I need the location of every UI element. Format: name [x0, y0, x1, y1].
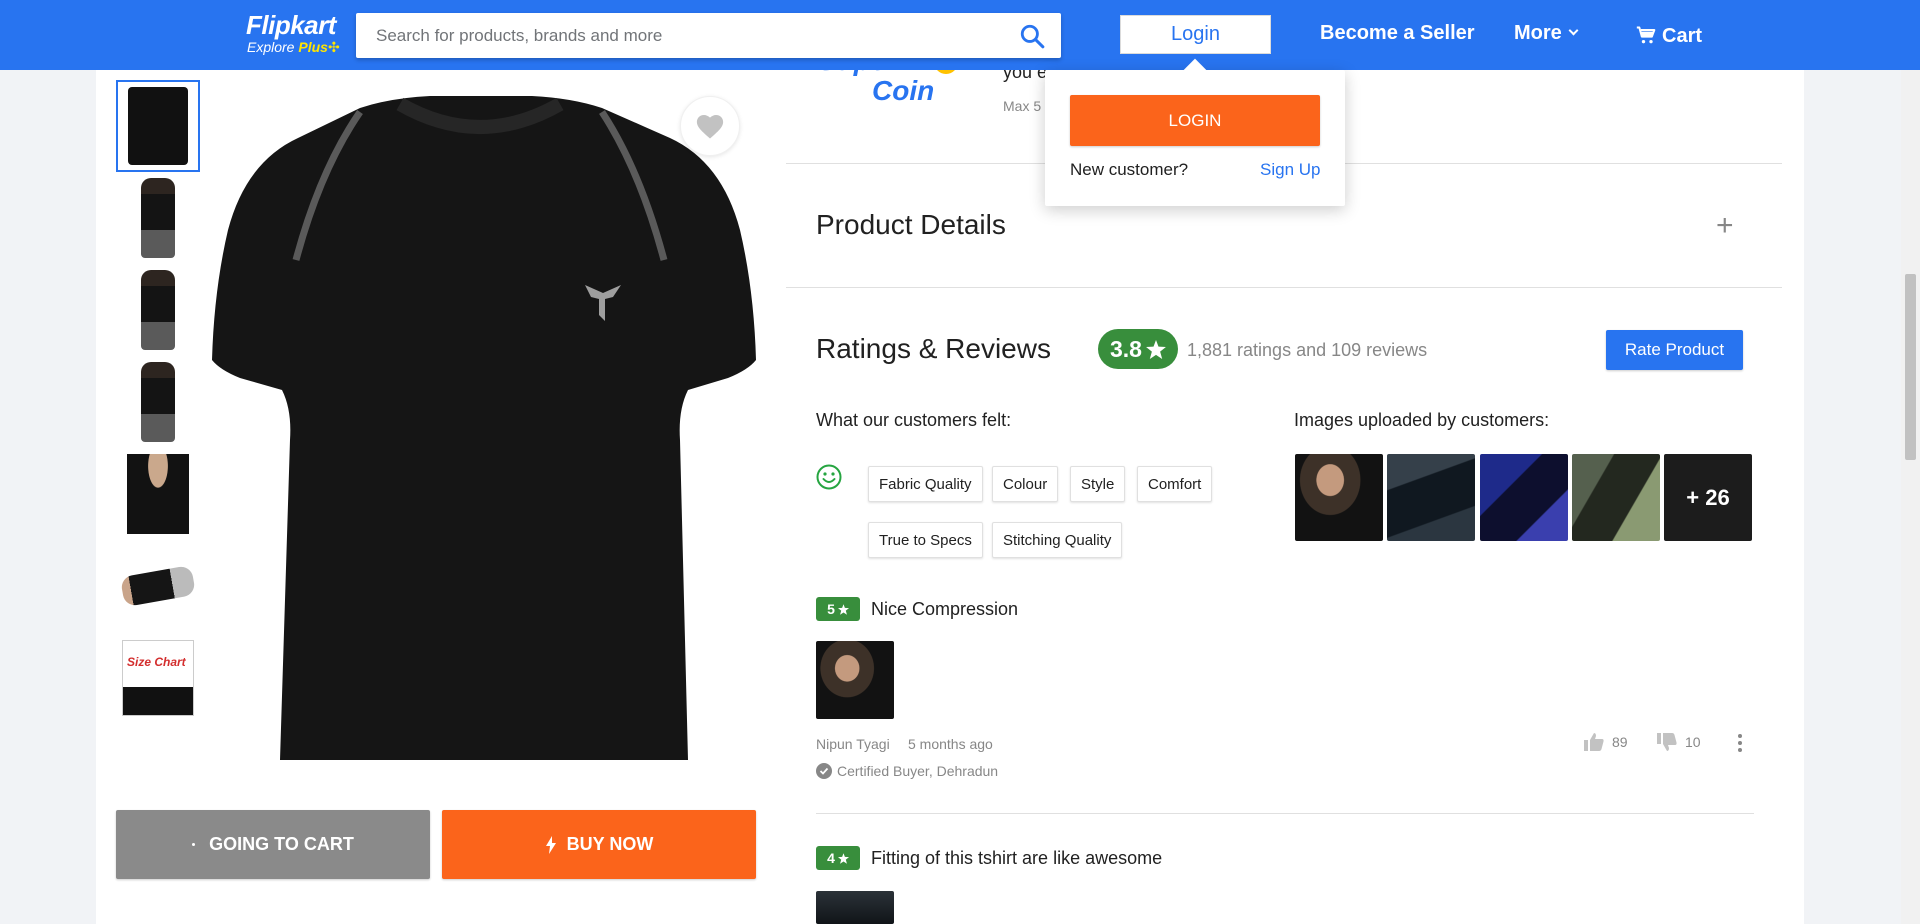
loading-dot-icon	[192, 843, 196, 846]
model-thumb-image	[141, 270, 175, 350]
feature-chip-fabric-quality[interactable]: Fabric Quality	[868, 466, 983, 502]
average-rating-value: 3.8	[1110, 335, 1142, 362]
like-count: 89	[1612, 734, 1628, 750]
more-label: More	[1514, 22, 1562, 44]
review-rating-badge: 4	[816, 846, 860, 870]
cart-icon	[1636, 26, 1656, 44]
lightning-icon	[545, 835, 556, 854]
customers-felt-title: What our customers felt:	[816, 410, 1012, 430]
thumbs-down-icon	[1657, 733, 1677, 751]
customer-image[interactable]	[1572, 454, 1660, 541]
buy-button-label: BUY NOW	[566, 834, 654, 854]
thumbnail-back-model[interactable]	[116, 172, 200, 264]
sign-up-link[interactable]: Sign Up	[1260, 160, 1320, 180]
heart-icon	[696, 115, 724, 139]
customer-image[interactable]	[1387, 454, 1475, 541]
thumbnail-size-chart[interactable]: Size Chart	[116, 632, 200, 724]
brand-name: Flipkart	[246, 10, 336, 40]
feature-chip-comfort[interactable]: Comfort	[1137, 466, 1213, 502]
brand-tagline: Explore Plus✣	[247, 39, 340, 55]
cart-label: Cart	[1662, 25, 1703, 47]
dislike-count: 10	[1685, 734, 1701, 750]
size-chart-thumb-image: Size Chart	[122, 640, 194, 716]
cart-link[interactable]: Cart	[1636, 22, 1702, 48]
review-rating-value: 4	[827, 850, 835, 866]
more-options-icon[interactable]	[1738, 734, 1742, 755]
search-bar	[356, 13, 1061, 58]
supercoin-text-coin: Coin	[872, 75, 934, 106]
review-time: 5 months ago	[908, 736, 993, 752]
plus-label: Plus	[298, 39, 328, 55]
smiley-icon	[816, 464, 842, 490]
model-thumb-image	[141, 178, 175, 258]
new-customer-text: New customer?	[1070, 160, 1189, 179]
login-button[interactable]: Login	[1120, 15, 1271, 54]
check-circle-icon	[816, 763, 832, 779]
feature-chip-stitching-quality[interactable]: Stitching Quality	[992, 522, 1123, 558]
model-thumb-image	[141, 362, 175, 442]
workout-thumb-image	[119, 564, 197, 608]
search-icon[interactable]	[1019, 23, 1045, 49]
star-icon	[837, 603, 849, 615]
thumbnail-side-model[interactable]	[116, 264, 200, 356]
review-rating-badge: 5	[816, 597, 860, 621]
search-input[interactable]	[356, 13, 976, 58]
thumbnail-front[interactable]	[116, 80, 200, 172]
scrollbar-thumb[interactable]	[1905, 274, 1916, 460]
thumbnail-neck-closeup[interactable]	[116, 448, 200, 540]
cart-button-label: GOING TO CART	[209, 834, 354, 854]
average-rating-badge: 3.8	[1098, 329, 1178, 369]
ratings-reviews-title: Ratings & Reviews	[816, 333, 1051, 364]
flipkart-logo[interactable]: Flipkart Explore Plus✣	[246, 10, 340, 54]
thumbnail-front-model[interactable]	[116, 356, 200, 448]
neck-thumb-image	[127, 454, 189, 534]
review-title: Nice Compression	[871, 599, 1019, 619]
wishlist-button[interactable]	[680, 96, 740, 156]
review-image[interactable]	[816, 641, 894, 719]
become-seller-link[interactable]: Become a Seller	[1320, 22, 1475, 45]
customer-image[interactable]	[1295, 454, 1383, 541]
dropdown-login-button[interactable]: LOGIN	[1070, 95, 1320, 146]
customer-images-title: Images uploaded by customers:	[1294, 410, 1550, 430]
certified-buyer-text: Certified Buyer, Dehradun	[837, 763, 999, 779]
more-menu[interactable]: More	[1514, 22, 1579, 45]
product-details-title[interactable]: Product Details	[816, 209, 1006, 241]
reviewer-name: Nipun Tyagi	[816, 736, 890, 752]
review-title: Fitting of this tshirt are like awesome	[871, 848, 1163, 868]
review-rating-value: 5	[827, 601, 835, 617]
supercoin-max-note: Max 5	[1003, 98, 1042, 114]
feature-chip-colour[interactable]: Colour	[992, 466, 1059, 502]
buy-now-button[interactable]: BUY NOW	[442, 810, 756, 879]
thumbnail-workout-model[interactable]	[116, 540, 200, 632]
feature-chip-style[interactable]: Style	[1070, 466, 1126, 502]
plus-icon: ✣	[327, 39, 340, 55]
main-product-image[interactable]	[200, 80, 760, 770]
customer-image[interactable]	[1480, 454, 1568, 541]
more-customer-images[interactable]: + 26	[1664, 454, 1752, 541]
thumbs-up-icon	[1584, 733, 1604, 751]
dislike-button[interactable]: 10	[1657, 733, 1701, 751]
top-header: Flipkart Explore Plus✣ Login Become a Se…	[0, 0, 1920, 70]
certified-buyer: Certified Buyer, Dehradun	[816, 763, 998, 779]
review-image[interactable]	[816, 891, 894, 924]
login-dropdown: LOGIN New customer? Sign Up	[1045, 58, 1345, 206]
star-icon	[1146, 339, 1166, 359]
thumbnail-list: Size Chart	[116, 80, 200, 724]
review-divider	[816, 813, 1754, 814]
ratings-count: 1,881 ratings and 109 reviews	[1187, 340, 1428, 360]
rate-product-button[interactable]: Rate Product	[1606, 330, 1743, 370]
page-scrollbar[interactable]	[1901, 0, 1920, 924]
tshirt-thumb-image	[128, 87, 188, 165]
feature-chip-true-to-specs[interactable]: True to Specs	[868, 522, 983, 558]
star-icon	[837, 852, 849, 864]
like-button[interactable]: 89	[1584, 733, 1628, 751]
going-to-cart-button[interactable]: GOING TO CART	[116, 810, 430, 879]
divider	[786, 287, 1782, 288]
chevron-down-icon	[1568, 25, 1579, 36]
size-chart-label: Size Chart	[127, 655, 186, 669]
expand-plus-icon[interactable]: +	[1716, 209, 1734, 243]
